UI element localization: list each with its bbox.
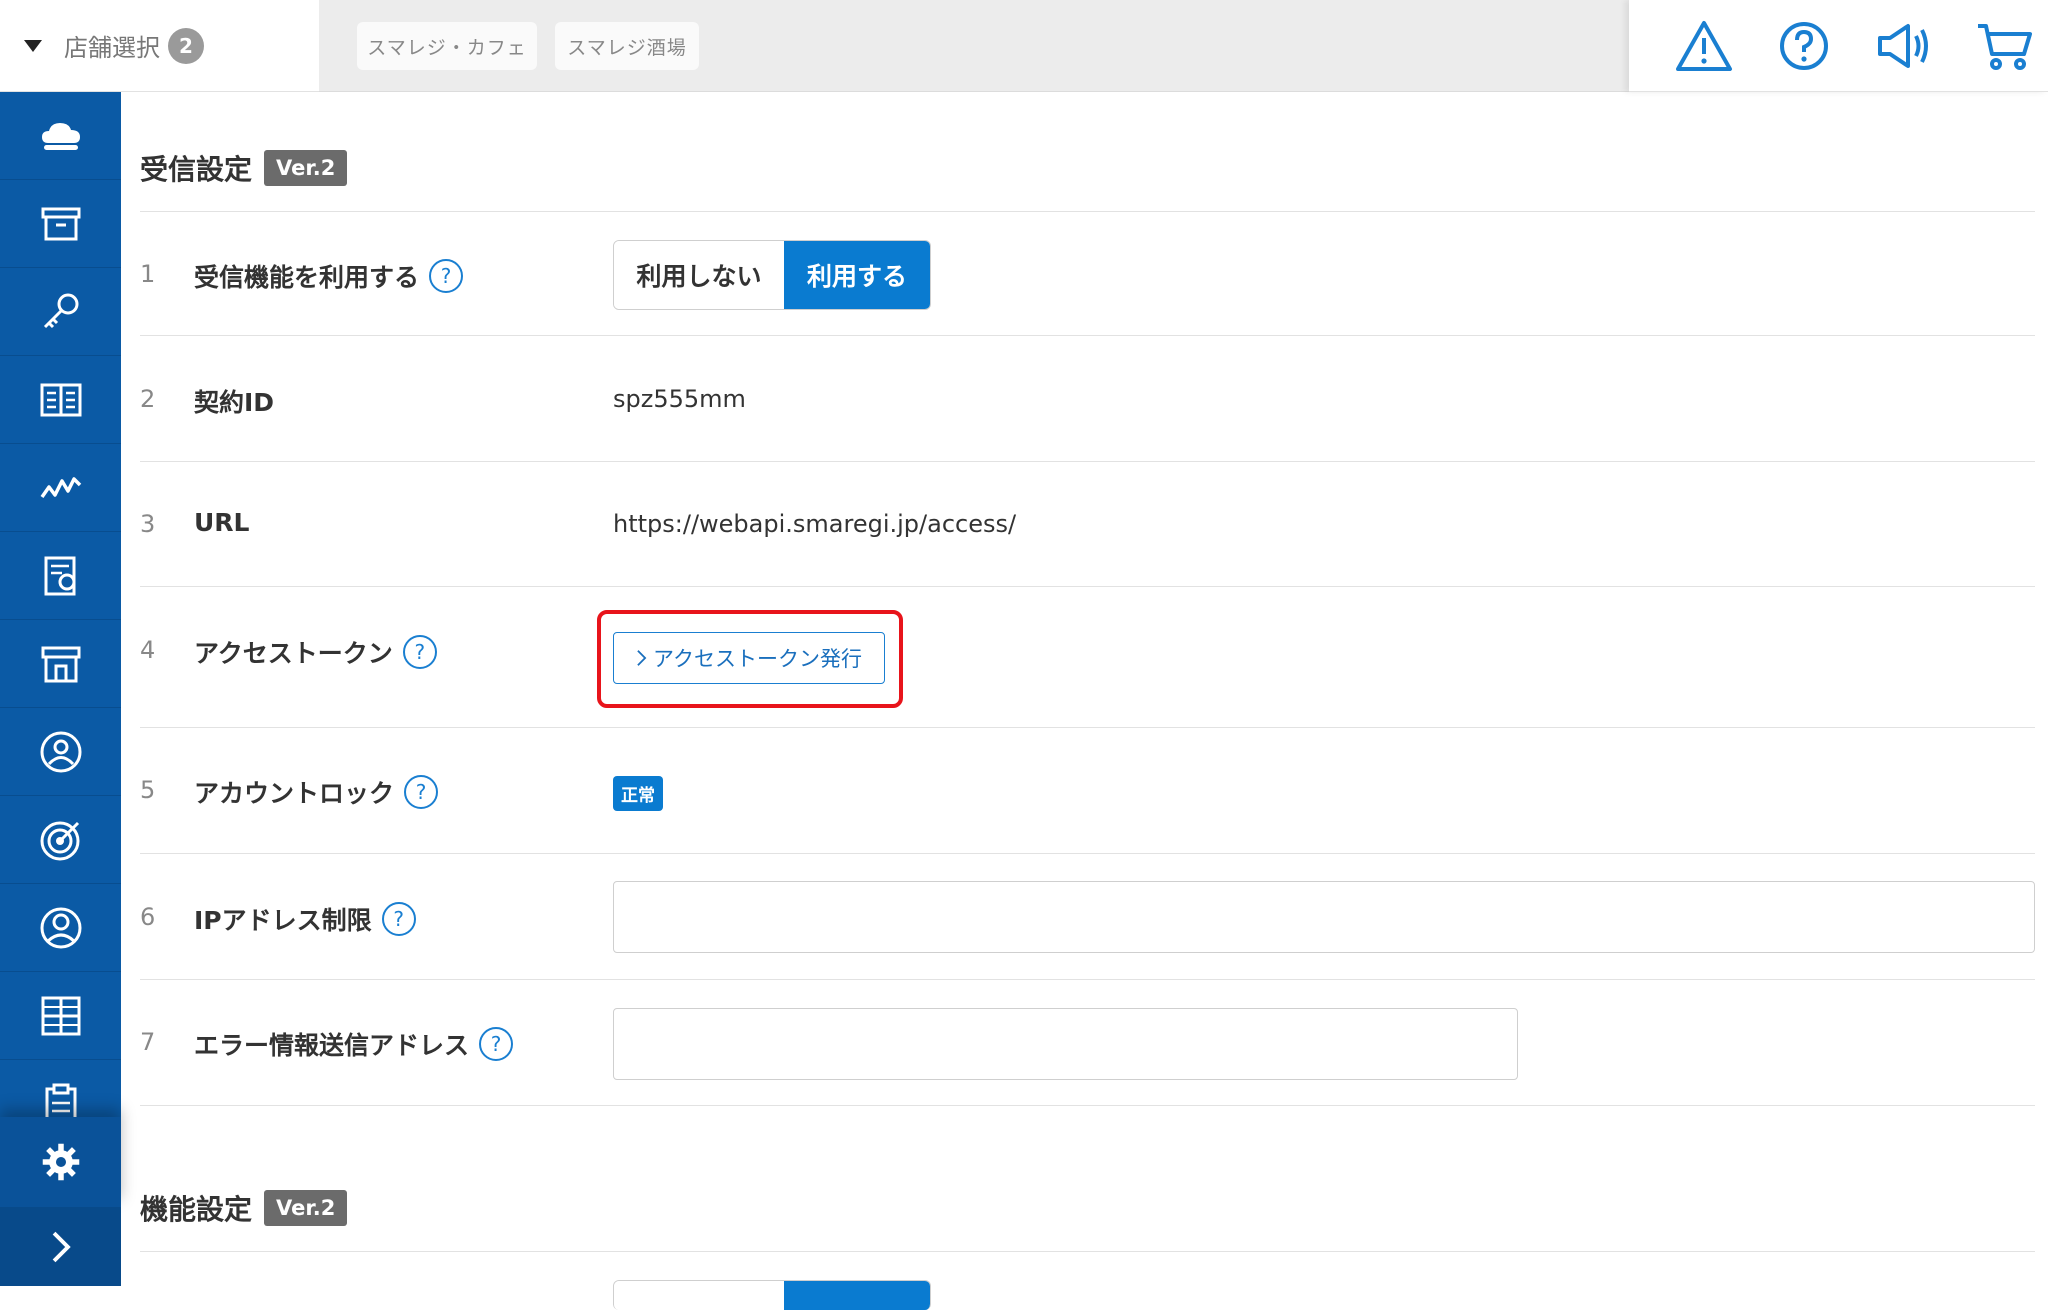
grid-icon — [41, 996, 80, 1035]
row-label-text: エラー情報送信アドレス — [194, 1031, 470, 1060]
row-label: URL — [194, 508, 249, 537]
version-badge: Ver.2 — [264, 1190, 348, 1226]
row-number: 2 — [140, 385, 156, 413]
store-chip[interactable]: スマレジ酒場 — [555, 22, 699, 70]
row-label-text: アカウントロック — [194, 779, 395, 808]
selected-stores-bar: スマレジ・カフェ スマレジ酒場 — [319, 0, 1629, 92]
row-number: 1 — [140, 260, 156, 288]
divider — [140, 979, 2035, 980]
version-badge: Ver.2 — [264, 150, 348, 186]
sidebar-item-customer[interactable] — [0, 708, 121, 796]
row-label: エラー情報送信アドレス ? — [194, 1026, 514, 1062]
divider — [140, 853, 2035, 854]
megaphone-icon[interactable] — [1874, 18, 1934, 74]
features-toggle — [613, 1280, 931, 1310]
toggle-off-button[interactable]: 利用しない — [614, 241, 784, 309]
toggle-off-button[interactable] — [614, 1281, 784, 1310]
key-icon — [43, 293, 78, 328]
row-label: IPアドレス制限 ? — [194, 901, 416, 937]
store-select[interactable]: 店舗選択 2 — [0, 0, 319, 92]
ip-restriction-input[interactable] — [613, 881, 2035, 953]
sidebar-item-report[interactable] — [0, 532, 121, 620]
customer-icon — [40, 731, 81, 772]
gear-icon — [42, 1143, 79, 1181]
store-icon — [41, 646, 80, 682]
row-label: 受信機能を利用する ? — [194, 258, 464, 294]
toggle-on-button[interactable]: 利用する — [784, 241, 930, 309]
issue-access-token-button[interactable]: アクセストークン発行 — [613, 632, 885, 684]
divider — [140, 727, 2035, 728]
row-label: アクセストークン ? — [194, 634, 437, 670]
store-count-badge: 2 — [168, 27, 204, 64]
section-title-text: 受信設定 — [140, 153, 253, 186]
store-select-label: 店舗選択 — [64, 34, 160, 62]
row-label-text: 契約ID — [194, 388, 275, 417]
divider — [140, 586, 2035, 587]
staff-icon — [40, 907, 81, 948]
store-chip[interactable]: スマレジ・カフェ — [357, 22, 537, 70]
chevron-right-icon — [637, 650, 647, 666]
sidebar-item-target[interactable] — [0, 796, 121, 884]
line-chart-icon — [40, 476, 81, 498]
sidebar-item-settings[interactable] — [0, 1117, 121, 1207]
status-badge: 正常 — [613, 776, 663, 811]
chevron-right-icon — [52, 1231, 71, 1262]
sidebar-item-cloud[interactable] — [0, 92, 121, 180]
sidebar-item-analytics[interactable] — [0, 444, 121, 532]
error-email-input[interactable] — [613, 1008, 1518, 1080]
cart-icon[interactable] — [1974, 18, 2034, 74]
row-number: 4 — [140, 636, 156, 664]
help-icon[interactable]: ? — [404, 775, 439, 809]
row-number: 6 — [140, 903, 156, 931]
sidebar-item-book[interactable] — [0, 356, 121, 444]
header-actions — [1629, 0, 2048, 92]
toggle-on-button[interactable] — [784, 1281, 930, 1310]
receive-toggle: 利用しない 利用する — [613, 240, 931, 310]
help-icon[interactable]: ? — [429, 259, 464, 293]
help-icon[interactable]: ? — [479, 1027, 514, 1061]
help-icon[interactable]: ? — [381, 902, 416, 936]
book-icon — [40, 383, 81, 416]
help-icon[interactable] — [1774, 18, 1834, 74]
section-title-features: 機能設定 Ver.2 — [140, 1188, 348, 1228]
sidebar-item-store[interactable] — [0, 620, 121, 708]
cloud-icon — [41, 122, 80, 150]
row-number: 5 — [140, 776, 156, 804]
dropdown-triangle-icon — [24, 39, 42, 52]
row-label-text: 受信機能を利用する — [194, 263, 420, 292]
divider — [140, 1105, 2035, 1106]
row-number: 3 — [140, 510, 156, 538]
section-title-text: 機能設定 — [140, 1193, 253, 1226]
issue-access-token-label: アクセストークン発行 — [653, 647, 862, 671]
divider — [140, 461, 2035, 462]
row-number: 7 — [140, 1028, 156, 1056]
row-label-text: URL — [194, 508, 250, 537]
row-label: 契約ID — [194, 383, 274, 419]
sidebar-expand-button[interactable] — [0, 1207, 121, 1286]
help-icon[interactable]: ? — [402, 635, 437, 669]
target-icon — [40, 821, 79, 860]
sidebar-item-products[interactable] — [0, 180, 121, 268]
divider — [140, 1251, 2035, 1252]
section-title-receive: 受信設定 Ver.2 — [140, 148, 348, 188]
sidebar-item-grid[interactable] — [0, 972, 121, 1060]
archive-box-icon — [41, 207, 80, 240]
warning-icon[interactable] — [1674, 18, 1734, 74]
divider — [140, 335, 2035, 336]
sidebar-item-key[interactable] — [0, 268, 121, 356]
sidebar-item-staff[interactable] — [0, 884, 121, 972]
report-icon — [44, 556, 75, 595]
url-value: https://webapi.smaregi.jp/access/ — [613, 510, 1017, 538]
row-label: アカウントロック ? — [194, 774, 439, 810]
contract-id-value: spz555mm — [613, 385, 746, 413]
row-label-text: IPアドレス制限 — [194, 906, 372, 935]
divider — [140, 211, 2035, 212]
sidebar — [0, 92, 121, 1286]
row-label-text: アクセストークン — [194, 639, 393, 668]
